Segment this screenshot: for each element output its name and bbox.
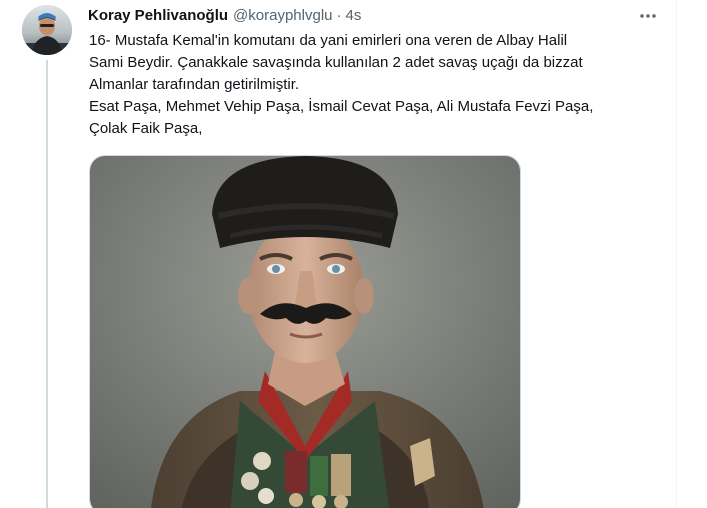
tweet-timestamp[interactable]: 4s <box>346 6 362 26</box>
tweet-text-line: 16- Mustafa Kemal'in komutanı da yani em… <box>89 32 568 49</box>
tweet-photo[interactable] <box>89 155 521 508</box>
tweet-header: Koray Pehlivanoğlu @korayphlvglu · 4s <box>88 6 361 26</box>
more-options-button[interactable] <box>636 4 660 28</box>
tweet-text-line: Esat Paşa, Mehmet Vehip Paşa, İsmail Cev… <box>89 98 594 115</box>
avatar-photo <box>22 5 72 55</box>
thread-line <box>46 60 48 508</box>
column-border <box>676 0 677 508</box>
avatar[interactable] <box>22 5 72 55</box>
portrait-photo <box>90 156 520 508</box>
tweet-text-line: Sami Beydir. Çanakkale savaşında kullanı… <box>89 54 583 71</box>
more-horizontal-icon <box>640 14 656 18</box>
tweet-text-line: Çolak Faik Paşa, <box>89 120 203 137</box>
author-handle[interactable]: @korayphlvglu <box>233 6 332 26</box>
tweet-text: 16- Mustafa Kemal'in komutanı da yani em… <box>89 30 669 140</box>
header-separator: · <box>336 7 342 24</box>
tweet[interactable]: Koray Pehlivanoğlu @korayphlvglu · 4s 16… <box>0 0 707 508</box>
author-name[interactable]: Koray Pehlivanoğlu <box>88 6 228 26</box>
tweet-text-line: Almanlar tarafından getirilmiştir. <box>89 76 300 93</box>
